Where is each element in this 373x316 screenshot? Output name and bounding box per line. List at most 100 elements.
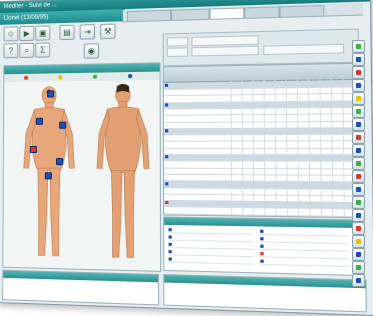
row-type-icon xyxy=(164,83,169,87)
tool-icon xyxy=(356,226,361,231)
tool-icon xyxy=(356,96,361,101)
sidebar-tool-button[interactable] xyxy=(352,144,365,157)
body-map-legend xyxy=(4,71,160,83)
treatment-type-icon xyxy=(260,259,264,263)
tool-icon xyxy=(356,70,361,75)
tool-icon xyxy=(356,278,361,283)
sidebar-tool-button[interactable] xyxy=(352,235,365,248)
tool-icon xyxy=(356,135,361,140)
tool-icon xyxy=(356,200,361,205)
marker-chest-left[interactable] xyxy=(59,121,67,129)
eye-icon[interactable]: ◉ xyxy=(83,43,100,59)
body-map-panel xyxy=(2,62,162,272)
tab-1[interactable] xyxy=(126,9,172,22)
notes-area xyxy=(2,269,367,313)
patient-icon[interactable]: ☺ xyxy=(3,26,19,42)
tool-icon xyxy=(356,122,361,127)
marker-abdomen[interactable] xyxy=(56,158,64,166)
patient-title: Lionel (13/09/95) xyxy=(0,9,125,25)
sidebar-tool-button[interactable] xyxy=(352,248,365,261)
info-field-2[interactable] xyxy=(166,47,189,58)
tools-icon[interactable]: ⚒ xyxy=(100,23,116,40)
treatment-type-icon xyxy=(168,228,172,232)
camera-icon[interactable]: ▣ xyxy=(35,25,51,41)
sidebar-tool-button[interactable] xyxy=(352,261,365,274)
sidebar-tool-button[interactable] xyxy=(352,92,365,105)
tool-icon xyxy=(356,213,361,218)
row-type-icon xyxy=(165,201,169,205)
sidebar-tool-button[interactable] xyxy=(352,131,365,144)
sidebar-tool-button[interactable] xyxy=(352,40,365,53)
legend-color-dot xyxy=(24,75,29,80)
grid-row[interactable] xyxy=(164,206,363,217)
sidebar-tool-button[interactable] xyxy=(352,118,365,131)
tab-4[interactable] xyxy=(244,6,280,18)
treatment-row-right[interactable] xyxy=(260,258,349,268)
sidebar-tool-button[interactable] xyxy=(352,66,365,79)
treatment-type-icon xyxy=(260,244,264,248)
info-field-5[interactable] xyxy=(263,43,345,56)
row-type-icon xyxy=(165,155,169,159)
tool-icon xyxy=(356,252,361,257)
info-field-4[interactable] xyxy=(191,45,259,57)
right-tool-sidebar xyxy=(352,40,366,290)
tool-icon xyxy=(356,109,361,114)
sidebar-tool-button[interactable] xyxy=(352,274,365,287)
row-type-icon xyxy=(165,129,169,133)
tool-icon xyxy=(356,83,361,88)
sidebar-tool-button[interactable] xyxy=(352,157,365,170)
treatment-type-icon xyxy=(260,229,264,233)
tool-icon xyxy=(356,148,361,153)
row-type-icon xyxy=(165,181,169,185)
sidebar-tool-button[interactable] xyxy=(352,170,365,183)
toolbar: ☺ ▶ ▣ ▤ ⇥ ⚒? ⌕ Σ ◉ xyxy=(3,22,156,59)
sidebar-tool-button[interactable] xyxy=(352,105,365,118)
exit-icon[interactable]: ⇥ xyxy=(79,24,95,40)
tool-icon xyxy=(356,57,361,62)
treatment-row-left[interactable] xyxy=(168,256,254,265)
patient-info-panel xyxy=(162,28,360,67)
legend-color-dot xyxy=(92,74,98,79)
window-title: Mediter - Suivi de ... xyxy=(3,2,57,10)
row-type-icon xyxy=(164,103,169,107)
tool-icon xyxy=(356,239,361,244)
tab-2[interactable] xyxy=(171,8,210,20)
legend-color-dot xyxy=(128,74,133,79)
sidebar-tool-button[interactable] xyxy=(352,53,365,66)
marker-hip[interactable] xyxy=(44,172,52,180)
treatment-type-icon xyxy=(168,257,172,261)
tool-icon xyxy=(356,44,361,49)
treatment-type-icon xyxy=(168,242,172,246)
info-field-3[interactable] xyxy=(191,35,259,47)
help-icon[interactable]: ? xyxy=(3,43,19,59)
tool-icon xyxy=(356,161,361,166)
tool-icon xyxy=(356,174,361,179)
marker-head[interactable] xyxy=(47,90,55,98)
sidebar-tool-button[interactable] xyxy=(352,183,365,196)
treatment-list-panel xyxy=(163,216,365,277)
application-window: Mediter - Suivi de ... Lionel (13/09/95)… xyxy=(0,0,373,316)
tab-5[interactable] xyxy=(279,4,325,17)
legend-color-dot xyxy=(58,75,63,80)
tool-icon xyxy=(356,265,361,270)
info-field-1[interactable] xyxy=(166,36,189,47)
notes-panel-left[interactable] xyxy=(2,269,160,306)
treatment-type-icon xyxy=(168,235,172,239)
observation-grid xyxy=(162,62,364,219)
treatment-type-icon xyxy=(168,250,172,254)
sidebar-tool-button[interactable] xyxy=(352,196,365,209)
next-icon[interactable]: ▶ xyxy=(19,25,35,42)
tool-icon xyxy=(356,187,361,192)
sum-icon[interactable]: Σ xyxy=(35,42,51,58)
sidebar-tool-button[interactable] xyxy=(352,222,365,235)
tab-3[interactable] xyxy=(209,7,245,19)
marker-arm-right[interactable] xyxy=(29,145,37,154)
body-back-figure[interactable] xyxy=(93,82,154,269)
search-icon[interactable]: ⌕ xyxy=(19,42,35,59)
sidebar-tool-button[interactable] xyxy=(352,79,365,92)
treatment-type-icon xyxy=(260,237,264,241)
marker-shoulder-right[interactable] xyxy=(35,117,44,125)
folder-icon[interactable]: ▤ xyxy=(59,24,75,41)
sidebar-tool-button[interactable] xyxy=(352,209,365,222)
notes-panel-right[interactable] xyxy=(163,274,367,313)
